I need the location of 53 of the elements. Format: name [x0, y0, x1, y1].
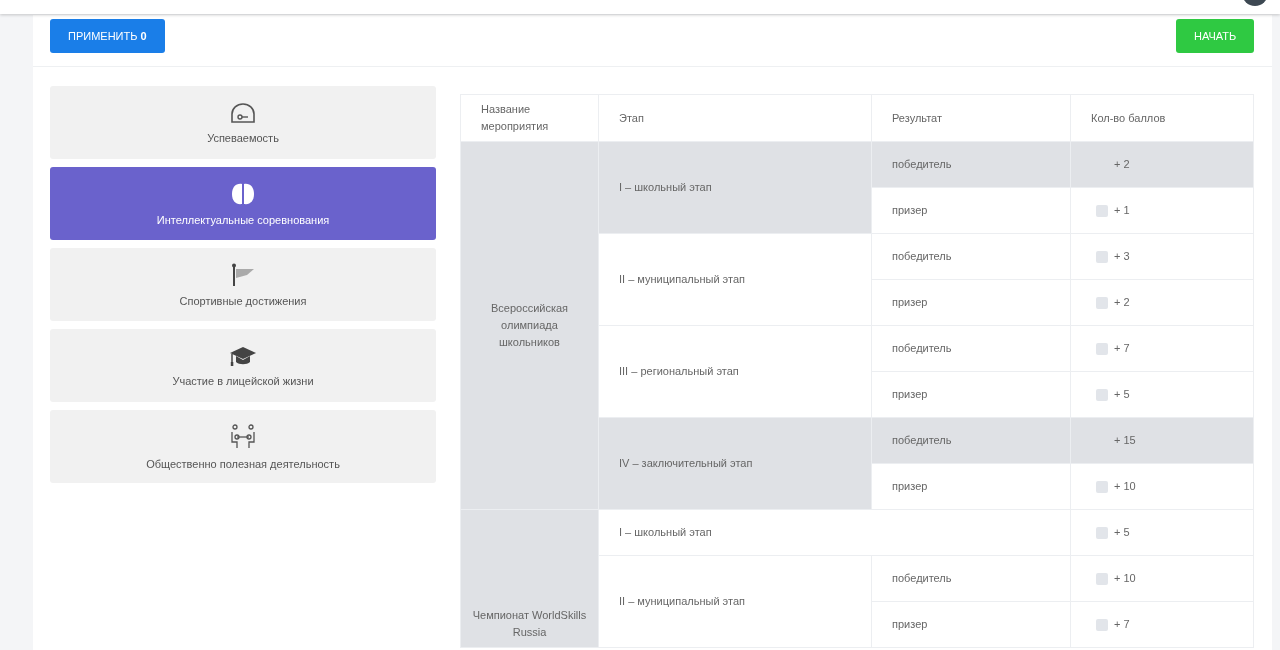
flag-icon: [230, 262, 256, 287]
gauge-icon: [230, 101, 256, 124]
points-cell: + 10: [1070, 463, 1254, 510]
stage-cell: I – школьный этап: [598, 509, 1071, 556]
result-cell: призер: [871, 371, 1071, 418]
stage-cell: IV – заключительный этап: [598, 417, 872, 510]
result-cell: победитель: [871, 233, 1071, 280]
checkbox[interactable]: [1096, 481, 1108, 494]
result-cell: призер: [871, 463, 1071, 510]
graduation-cap-icon: [229, 344, 257, 367]
category-item[interactable]: Интеллектуальные соревнования: [50, 167, 436, 240]
points-cell: + 10: [1070, 555, 1254, 602]
stage-cell: II – муниципальный этап: [598, 555, 872, 648]
checkbox[interactable]: [1096, 297, 1108, 310]
points-cell: + 3: [1070, 233, 1254, 280]
brain-icon: [230, 181, 256, 206]
column-header: Результат: [871, 94, 1071, 142]
points-cell: + 2: [1070, 141, 1254, 188]
checkbox[interactable]: [1096, 343, 1108, 356]
points-cell: + 7: [1070, 325, 1254, 372]
category-item[interactable]: Участие в лицейской жизни: [50, 329, 436, 402]
stage-cell: I – школьный этап: [598, 141, 872, 234]
event-name-cell: Чемпионат WorldSkills Russia: [460, 509, 599, 648]
checkbox[interactable]: [1096, 619, 1108, 632]
points-cell: + 2: [1070, 279, 1254, 326]
result-cell: призер: [871, 187, 1071, 234]
column-header: Название мероприятия: [460, 94, 599, 142]
points-cell: + 5: [1070, 509, 1254, 556]
stage-cell: III – региональный этап: [598, 325, 872, 418]
points-cell: + 15: [1070, 417, 1254, 464]
category-item[interactable]: Спортивные достижения: [50, 248, 436, 321]
people-icon: [229, 423, 257, 450]
points-cell: + 1: [1070, 187, 1254, 234]
result-cell: победитель: [871, 417, 1071, 464]
checkbox[interactable]: [1096, 527, 1108, 540]
points-cell: + 7: [1070, 601, 1254, 648]
column-header: Этап: [598, 94, 872, 142]
checkbox[interactable]: [1096, 251, 1108, 264]
checkbox[interactable]: [1096, 205, 1108, 218]
category-item[interactable]: Общественно полезная деятельность: [50, 410, 436, 483]
result-cell: победитель: [871, 141, 1071, 188]
result-cell: призер: [871, 601, 1071, 648]
event-name-cell: Всероссийская олимпиада школьников: [460, 141, 599, 510]
checkbox[interactable]: [1096, 389, 1108, 402]
column-header: Кол-во баллов: [1070, 94, 1254, 142]
result-cell: победитель: [871, 555, 1071, 602]
apply-button[interactable]: ПРИМЕНИТЬ 0: [50, 19, 165, 53]
points-cell: + 5: [1070, 371, 1254, 418]
result-cell: победитель: [871, 325, 1071, 372]
category-item[interactable]: Успеваемость: [50, 86, 436, 159]
checkbox[interactable]: [1096, 573, 1108, 586]
stage-cell: II – муниципальный этап: [598, 233, 872, 326]
result-cell: призер: [871, 279, 1071, 326]
